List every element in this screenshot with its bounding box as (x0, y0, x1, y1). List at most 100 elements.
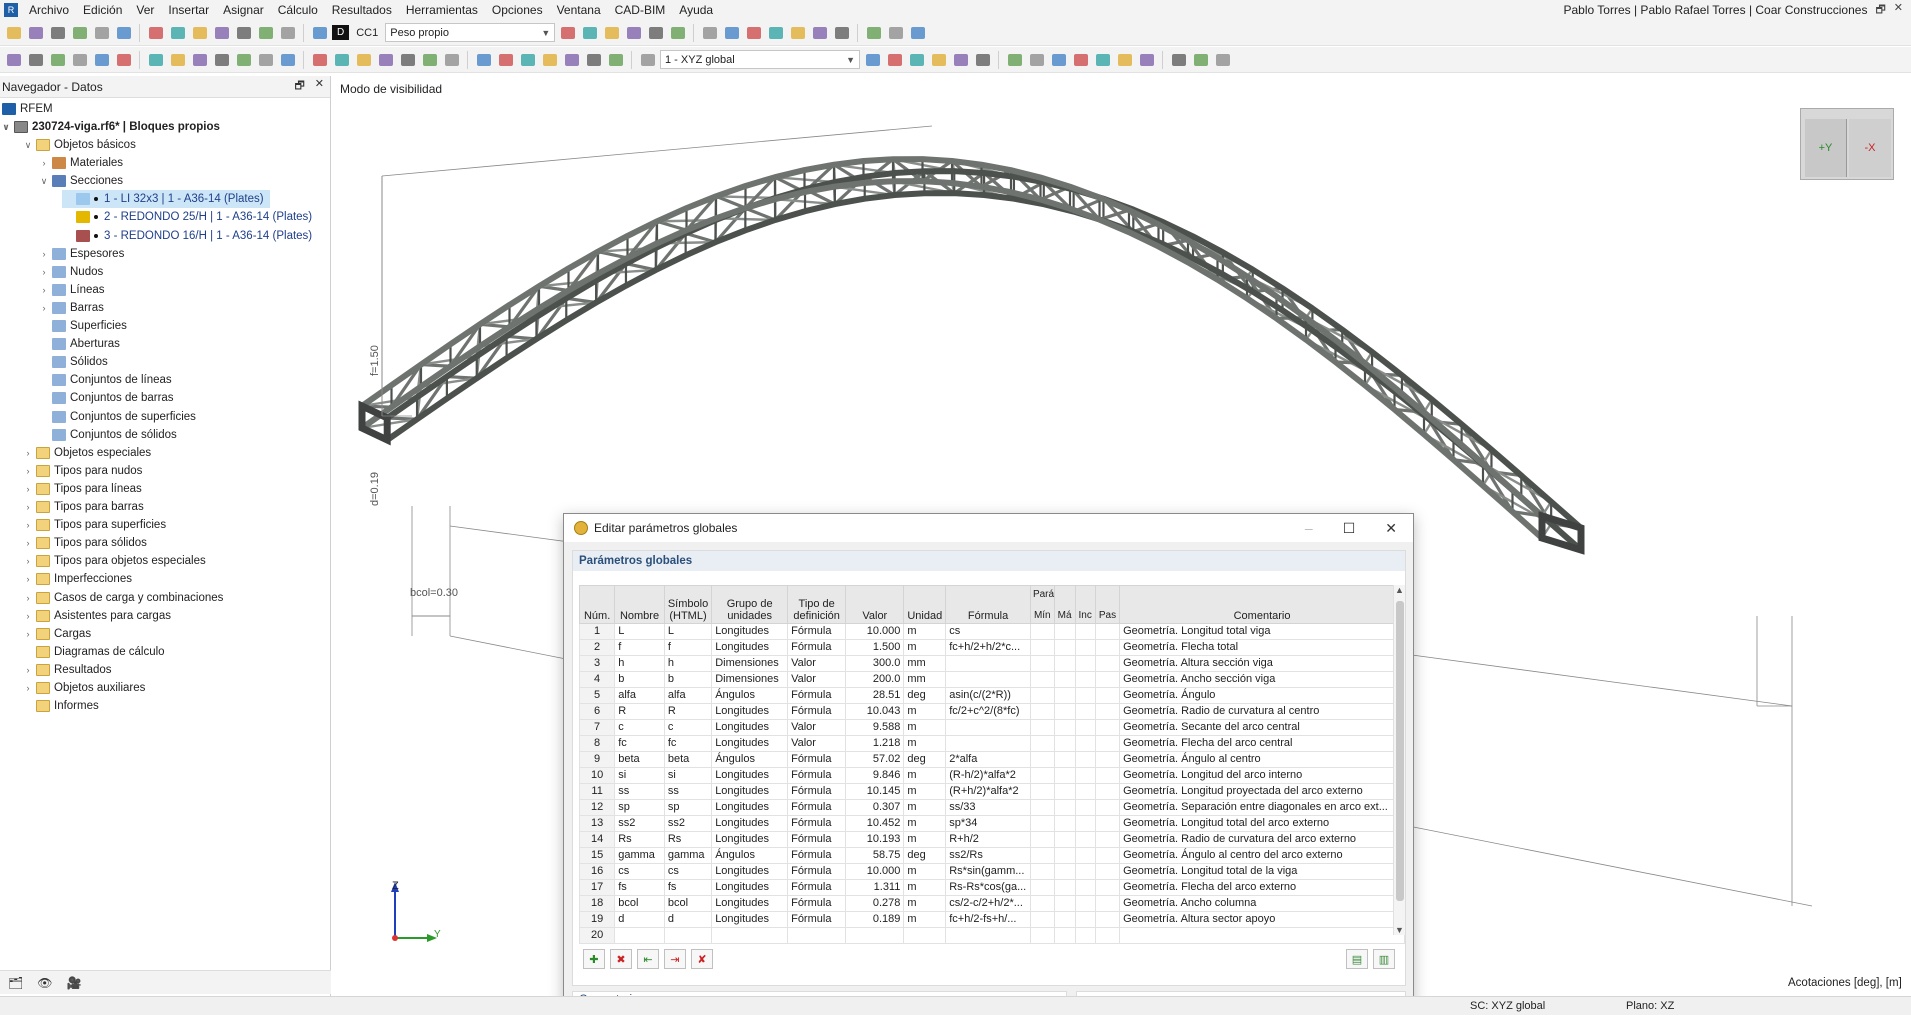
cell-param[interactable] (1029, 911, 1055, 928)
cell-name[interactable]: ss2 (614, 815, 665, 832)
toolbar-tool-icon[interactable] (256, 50, 275, 69)
cell-def[interactable]: Valor (787, 671, 847, 688)
cell-unit[interactable]: m (903, 911, 947, 928)
cell-param[interactable] (1029, 719, 1055, 736)
cell-symbol[interactable]: fc (663, 735, 713, 752)
toolbar-tool-icon[interactable] (212, 23, 231, 42)
cell-param[interactable] (1074, 863, 1096, 880)
cell-param[interactable] (1029, 847, 1055, 864)
cell-param[interactable] (1074, 767, 1096, 784)
cell-param[interactable] (1029, 639, 1055, 656)
add-row-button[interactable]: ✚ (583, 949, 605, 969)
table-row[interactable]: 16 cs cs Longitudes Fórmula 10.000 m Rs*sin(gam… (578, 863, 1405, 880)
cell-param[interactable] (1029, 671, 1055, 688)
expand-icon[interactable]: › (38, 267, 50, 277)
tree-item[interactable]: › Asistentes para cargas (22, 607, 171, 625)
cell-param[interactable] (1053, 639, 1076, 656)
tree-item[interactable]: Conjuntos de sólidos (38, 426, 177, 444)
cell-param[interactable] (1053, 767, 1076, 784)
cell-param[interactable] (1094, 735, 1121, 752)
cell-value[interactable]: 1.311 (845, 879, 905, 896)
cell-symbol[interactable]: ss (663, 783, 713, 800)
cell-formula[interactable]: cs/2-c/2+h/2*... (945, 895, 1031, 912)
cell-comment[interactable]: Geometría. Flecha total (1119, 639, 1405, 656)
cell-param[interactable] (1074, 703, 1096, 720)
toolbar-tool-icon[interactable] (580, 23, 599, 42)
export-table-button[interactable]: ▤ (1346, 949, 1368, 969)
cell-param[interactable] (1029, 927, 1055, 944)
cell-unit[interactable]: m (903, 719, 947, 736)
toolbar-tool-icon[interactable] (951, 50, 970, 69)
toolbar-tool-icon[interactable] (70, 23, 89, 42)
cell-param[interactable] (1053, 751, 1076, 768)
table-row[interactable]: 13 ss2 ss2 Longitudes Fórmula 10.452 m sp*34 Geo… (578, 815, 1405, 832)
toolbar-tool-icon[interactable] (832, 23, 851, 42)
cell-comment[interactable]: Geometría. Altura sección viga (1119, 655, 1405, 672)
tree-item[interactable]: › Nudos (38, 263, 103, 281)
cell-group[interactable]: Longitudes (711, 735, 789, 752)
tree-item[interactable]: 1 - LI 32x3 | 1 - A36-14 (Plates) (62, 190, 270, 209)
cell-formula[interactable]: (R-h/2)*alfa*2 (945, 767, 1031, 784)
cell-def[interactable] (787, 927, 847, 944)
cell-num[interactable]: 9 (578, 751, 616, 768)
cell-param[interactable] (1074, 655, 1096, 672)
toolbar-tool-icon[interactable] (332, 50, 351, 69)
menu-item-8[interactable]: Opciones (485, 0, 550, 20)
cell-param[interactable] (1029, 879, 1055, 896)
cell-unit[interactable]: mm (903, 655, 947, 672)
cell-name[interactable]: f (614, 639, 665, 656)
cell-param[interactable] (1094, 815, 1121, 832)
tree-item[interactable]: ∨ Secciones (38, 172, 123, 190)
cell-num[interactable]: 15 (578, 847, 616, 864)
cell-param[interactable] (1053, 927, 1076, 944)
toolbar-tool-icon[interactable] (908, 23, 927, 42)
toolbar-tool-icon[interactable] (518, 50, 537, 69)
cell-symbol[interactable] (663, 927, 713, 944)
cell-num[interactable]: 14 (578, 831, 616, 848)
menu-item-4[interactable]: Asignar (216, 0, 271, 20)
cell-formula[interactable]: fc+h/2+h/2*c... (945, 639, 1031, 656)
cell-unit[interactable]: mm (903, 671, 947, 688)
cell-unit[interactable]: m (903, 703, 947, 720)
toolbar-tool-icon[interactable] (1137, 50, 1156, 69)
maximize-icon[interactable]: ☐ (1343, 520, 1356, 537)
cell-param[interactable] (1053, 895, 1076, 912)
cell-value[interactable]: 1.218 (845, 735, 905, 752)
view-tab-icon[interactable]: 👁 (37, 976, 52, 990)
toolbar-tool-icon[interactable] (398, 50, 417, 69)
tree-item[interactable]: › Objetos especiales (22, 444, 151, 462)
cell-param[interactable] (1074, 671, 1096, 688)
cell-comment[interactable]: Geometría. Radio de curvatura al centro (1119, 703, 1405, 720)
toolbar-tool-icon[interactable] (1027, 50, 1046, 69)
table-row[interactable]: 9 beta beta Ángulos Fórmula 57.02 deg 2*alfa Geo… (578, 751, 1405, 768)
cell-group[interactable]: Longitudes (711, 623, 789, 640)
menu-item-2[interactable]: Ver (129, 0, 161, 20)
cell-param[interactable] (1053, 703, 1076, 720)
restore-icon[interactable]: 🗗 (1875, 1, 1885, 20)
view-cube[interactable]: +Y -X (1800, 108, 1894, 180)
toolbar-tool-icon[interactable] (788, 23, 807, 42)
cell-param[interactable] (1029, 655, 1055, 672)
cell-formula[interactable] (945, 655, 1031, 672)
table-row[interactable]: 6 R R Longitudes Fórmula 10.043 m fc/2+c^2/(8*f… (578, 703, 1405, 720)
cell-formula[interactable]: ss2/Rs (945, 847, 1031, 864)
tree-root[interactable]: RFEM (0, 100, 53, 118)
table-row[interactable]: 18 bcol bcol Longitudes Fórmula 0.278 m cs/2-c/… (578, 895, 1405, 912)
cell-param[interactable] (1053, 687, 1076, 704)
cell-value[interactable] (845, 927, 905, 944)
expand-icon[interactable]: › (22, 466, 34, 476)
cell-value[interactable]: 9.846 (845, 767, 905, 784)
cell-param[interactable] (1029, 895, 1055, 912)
toolbar-tool-icon[interactable] (4, 23, 23, 42)
expand-icon[interactable]: › (38, 285, 50, 295)
toolbar-tool-icon[interactable] (354, 50, 373, 69)
tree-item[interactable]: 2 - REDONDO 25/H | 1 - A36-14 (Plates) (62, 208, 312, 226)
cell-name[interactable]: bcol (614, 895, 665, 912)
cell-def[interactable]: Fórmula (787, 799, 847, 816)
cell-value[interactable]: 0.307 (845, 799, 905, 816)
cell-param[interactable] (1053, 735, 1076, 752)
cell-group[interactable]: Longitudes (711, 815, 789, 832)
cell-formula[interactable] (945, 671, 1031, 688)
cell-formula[interactable]: (R+h/2)*alfa*2 (945, 783, 1031, 800)
cell-group[interactable]: Longitudes (711, 767, 789, 784)
